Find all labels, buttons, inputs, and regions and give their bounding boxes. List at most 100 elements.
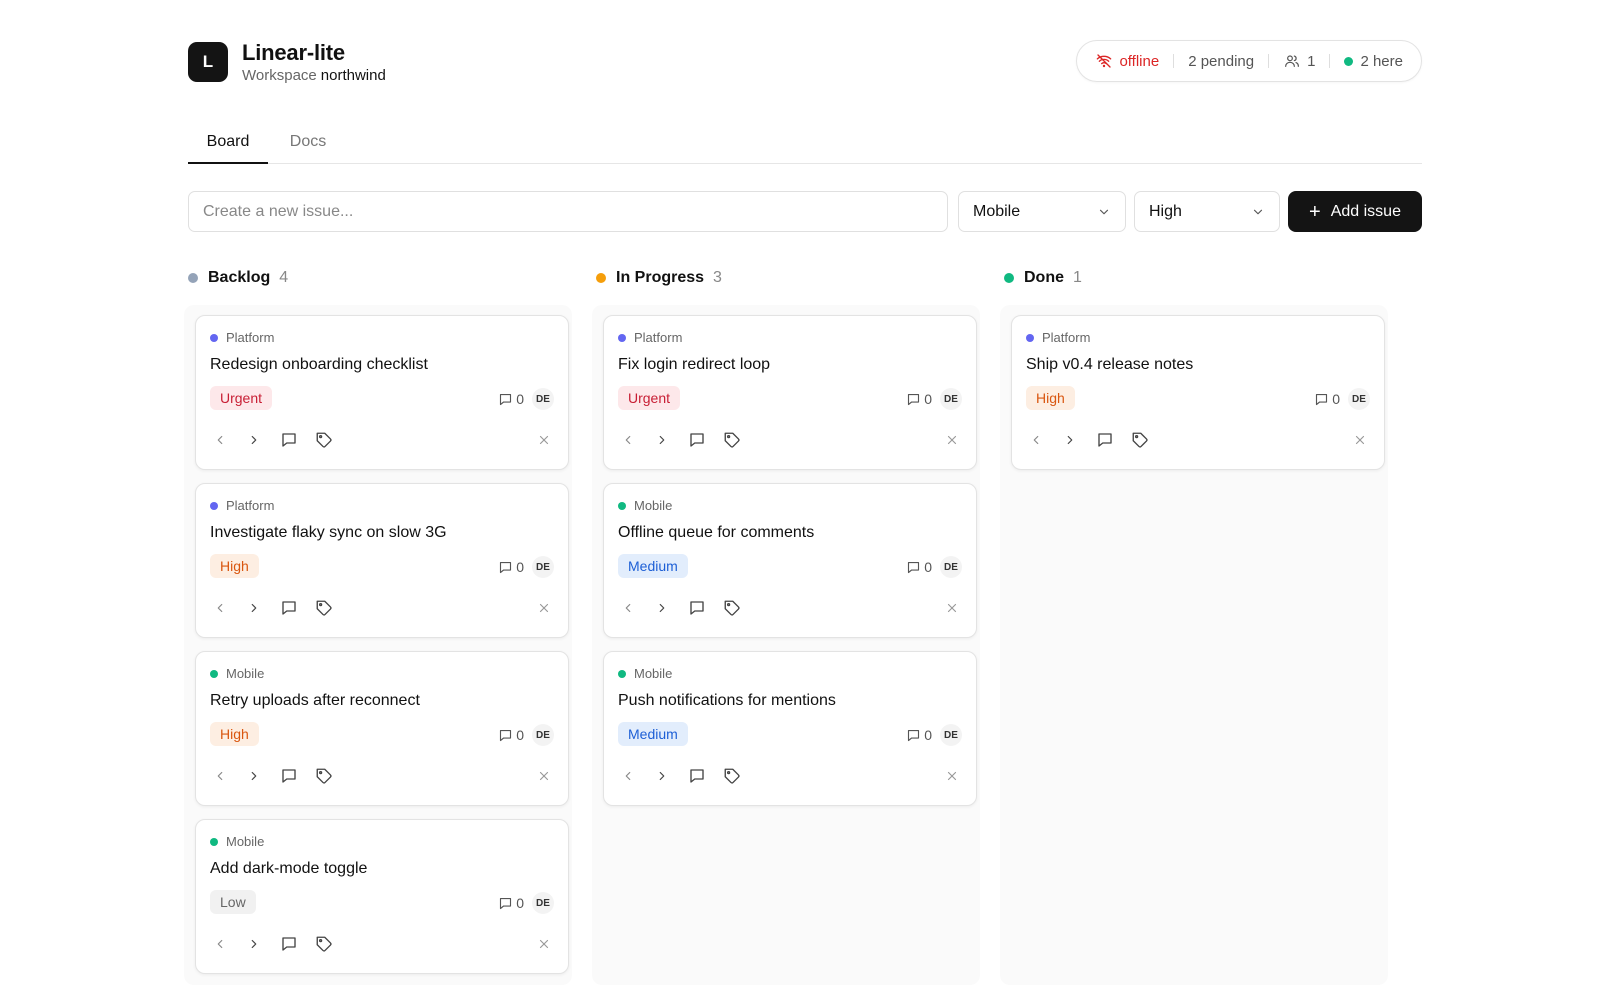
team-dot [618, 501, 626, 510]
tag-icon[interactable] [722, 430, 742, 450]
assignee-avatar[interactable]: DE [532, 892, 554, 914]
comment-count: 0 [516, 559, 524, 575]
tag-icon[interactable] [722, 598, 742, 618]
wifi-off-icon [1097, 54, 1112, 68]
priority-badge[interactable]: Medium [618, 554, 688, 578]
issue-card[interactable]: Mobile Add dark-mode toggle Low 0 DE [195, 819, 569, 974]
comment-icon[interactable] [279, 430, 299, 450]
assignee-avatar[interactable]: DE [940, 388, 962, 410]
team-dot [1026, 333, 1034, 342]
priority-badge[interactable]: Urgent [618, 386, 681, 410]
sync-status-pill[interactable]: offline 2 pending 1 2 here [1076, 40, 1422, 82]
new-issue-input[interactable] [188, 191, 948, 232]
move-left-icon[interactable] [618, 598, 638, 618]
issue-title[interactable]: Investigate flaky sync on slow 3G [210, 524, 447, 542]
move-right-icon[interactable] [1060, 430, 1080, 450]
team-select[interactable]: Mobile [958, 191, 1126, 232]
priority-badge[interactable]: High [210, 554, 259, 578]
tag-icon[interactable] [314, 430, 334, 450]
issue-title[interactable]: Redesign onboarding checklist [210, 356, 428, 374]
comment-icon[interactable] [687, 598, 707, 618]
tag-icon[interactable] [314, 934, 334, 954]
add-issue-button[interactable]: + Add issue [1288, 191, 1422, 232]
priority-badge[interactable]: High [1026, 386, 1075, 410]
comment-icon [498, 560, 513, 575]
issue-title[interactable]: Ship v0.4 release notes [1026, 356, 1193, 374]
card-actions [618, 430, 962, 450]
issue-card[interactable]: Mobile Offline queue for comments Medium 0 D… [603, 483, 977, 638]
column-title: Done [1024, 269, 1064, 286]
priority-badge[interactable]: Medium [618, 722, 688, 746]
column-title: Backlog [208, 269, 271, 286]
card-meta: 0 DE [498, 388, 554, 410]
close-icon[interactable] [534, 766, 554, 786]
move-right-icon[interactable] [652, 430, 672, 450]
issue-title[interactable]: Fix login redirect loop [618, 356, 770, 374]
move-right-icon[interactable] [244, 766, 264, 786]
chevron-down-icon [1099, 209, 1109, 214]
priority-badge[interactable]: Urgent [210, 386, 273, 410]
comment-icon [498, 896, 513, 911]
assignee-avatar[interactable]: DE [940, 724, 962, 746]
assignee-avatar[interactable]: DE [532, 556, 554, 578]
users-icon [1285, 55, 1300, 67]
workspace-line: Workspace northwind [242, 67, 386, 84]
tag-icon[interactable] [722, 766, 742, 786]
move-left-icon[interactable] [210, 766, 230, 786]
comment-icon[interactable] [279, 934, 299, 954]
issue-card[interactable]: Platform Fix login redirect loop Urgent 0 DE [603, 315, 977, 470]
priority-badge[interactable]: Low [210, 890, 256, 914]
move-left-icon[interactable] [210, 598, 230, 618]
move-right-icon[interactable] [652, 598, 672, 618]
comment-icon[interactable] [1095, 430, 1115, 450]
move-left-icon[interactable] [618, 766, 638, 786]
tab-board[interactable]: Board [188, 124, 268, 164]
move-right-icon[interactable] [652, 766, 672, 786]
tag-icon[interactable] [1130, 430, 1150, 450]
team-name: Mobile [226, 834, 265, 849]
issue-title[interactable]: Push notifications for mentions [618, 692, 836, 710]
issue-card[interactable]: Mobile Retry uploads after reconnect High 0… [195, 651, 569, 806]
assignee-avatar[interactable]: DE [532, 724, 554, 746]
team-label: Mobile [210, 666, 264, 681]
comment-icon[interactable] [279, 598, 299, 618]
issue-card[interactable]: Platform Redesign onboarding checklist Urg… [195, 315, 569, 470]
move-right-icon[interactable] [244, 598, 264, 618]
move-left-icon[interactable] [210, 430, 230, 450]
issue-title[interactable]: Offline queue for comments [618, 524, 814, 542]
view-tabs: Board Docs [188, 124, 1422, 164]
move-left-icon[interactable] [1026, 430, 1046, 450]
issue-title[interactable]: Retry uploads after reconnect [210, 692, 420, 710]
card-meta: 0 DE [1314, 388, 1370, 410]
tag-icon[interactable] [314, 598, 334, 618]
issue-title[interactable]: Add dark-mode toggle [210, 860, 367, 878]
priority-badge[interactable]: High [210, 722, 259, 746]
close-icon[interactable] [1350, 430, 1370, 450]
close-icon[interactable] [942, 430, 962, 450]
tab-docs[interactable]: Docs [288, 124, 328, 164]
assignee-avatar[interactable]: DE [532, 388, 554, 410]
assignee-avatar[interactable]: DE [1348, 388, 1370, 410]
close-icon[interactable] [534, 598, 554, 618]
close-icon[interactable] [534, 934, 554, 954]
tag-icon[interactable] [314, 766, 334, 786]
column-header-in-progress: In Progress 3 [596, 268, 722, 288]
comment-icon[interactable] [279, 766, 299, 786]
move-right-icon[interactable] [244, 934, 264, 954]
issue-card[interactable]: Mobile Push notifications for mentions Med… [603, 651, 977, 806]
issue-card[interactable]: Platform Ship v0.4 release notes High 0 DE [1011, 315, 1385, 470]
close-icon[interactable] [942, 766, 962, 786]
assignee-avatar[interactable]: DE [940, 556, 962, 578]
team-dot [210, 669, 218, 678]
comment-icon[interactable] [687, 430, 707, 450]
move-right-icon[interactable] [244, 430, 264, 450]
priority-select[interactable]: High [1134, 191, 1280, 232]
comment-icon[interactable] [687, 766, 707, 786]
move-left-icon[interactable] [618, 430, 638, 450]
issue-card[interactable]: Platform Investigate flaky sync on slow 3… [195, 483, 569, 638]
close-icon[interactable] [534, 430, 554, 450]
close-icon[interactable] [942, 598, 962, 618]
app-logo: L [188, 42, 228, 82]
team-name: Platform [226, 498, 275, 513]
move-left-icon[interactable] [210, 934, 230, 954]
